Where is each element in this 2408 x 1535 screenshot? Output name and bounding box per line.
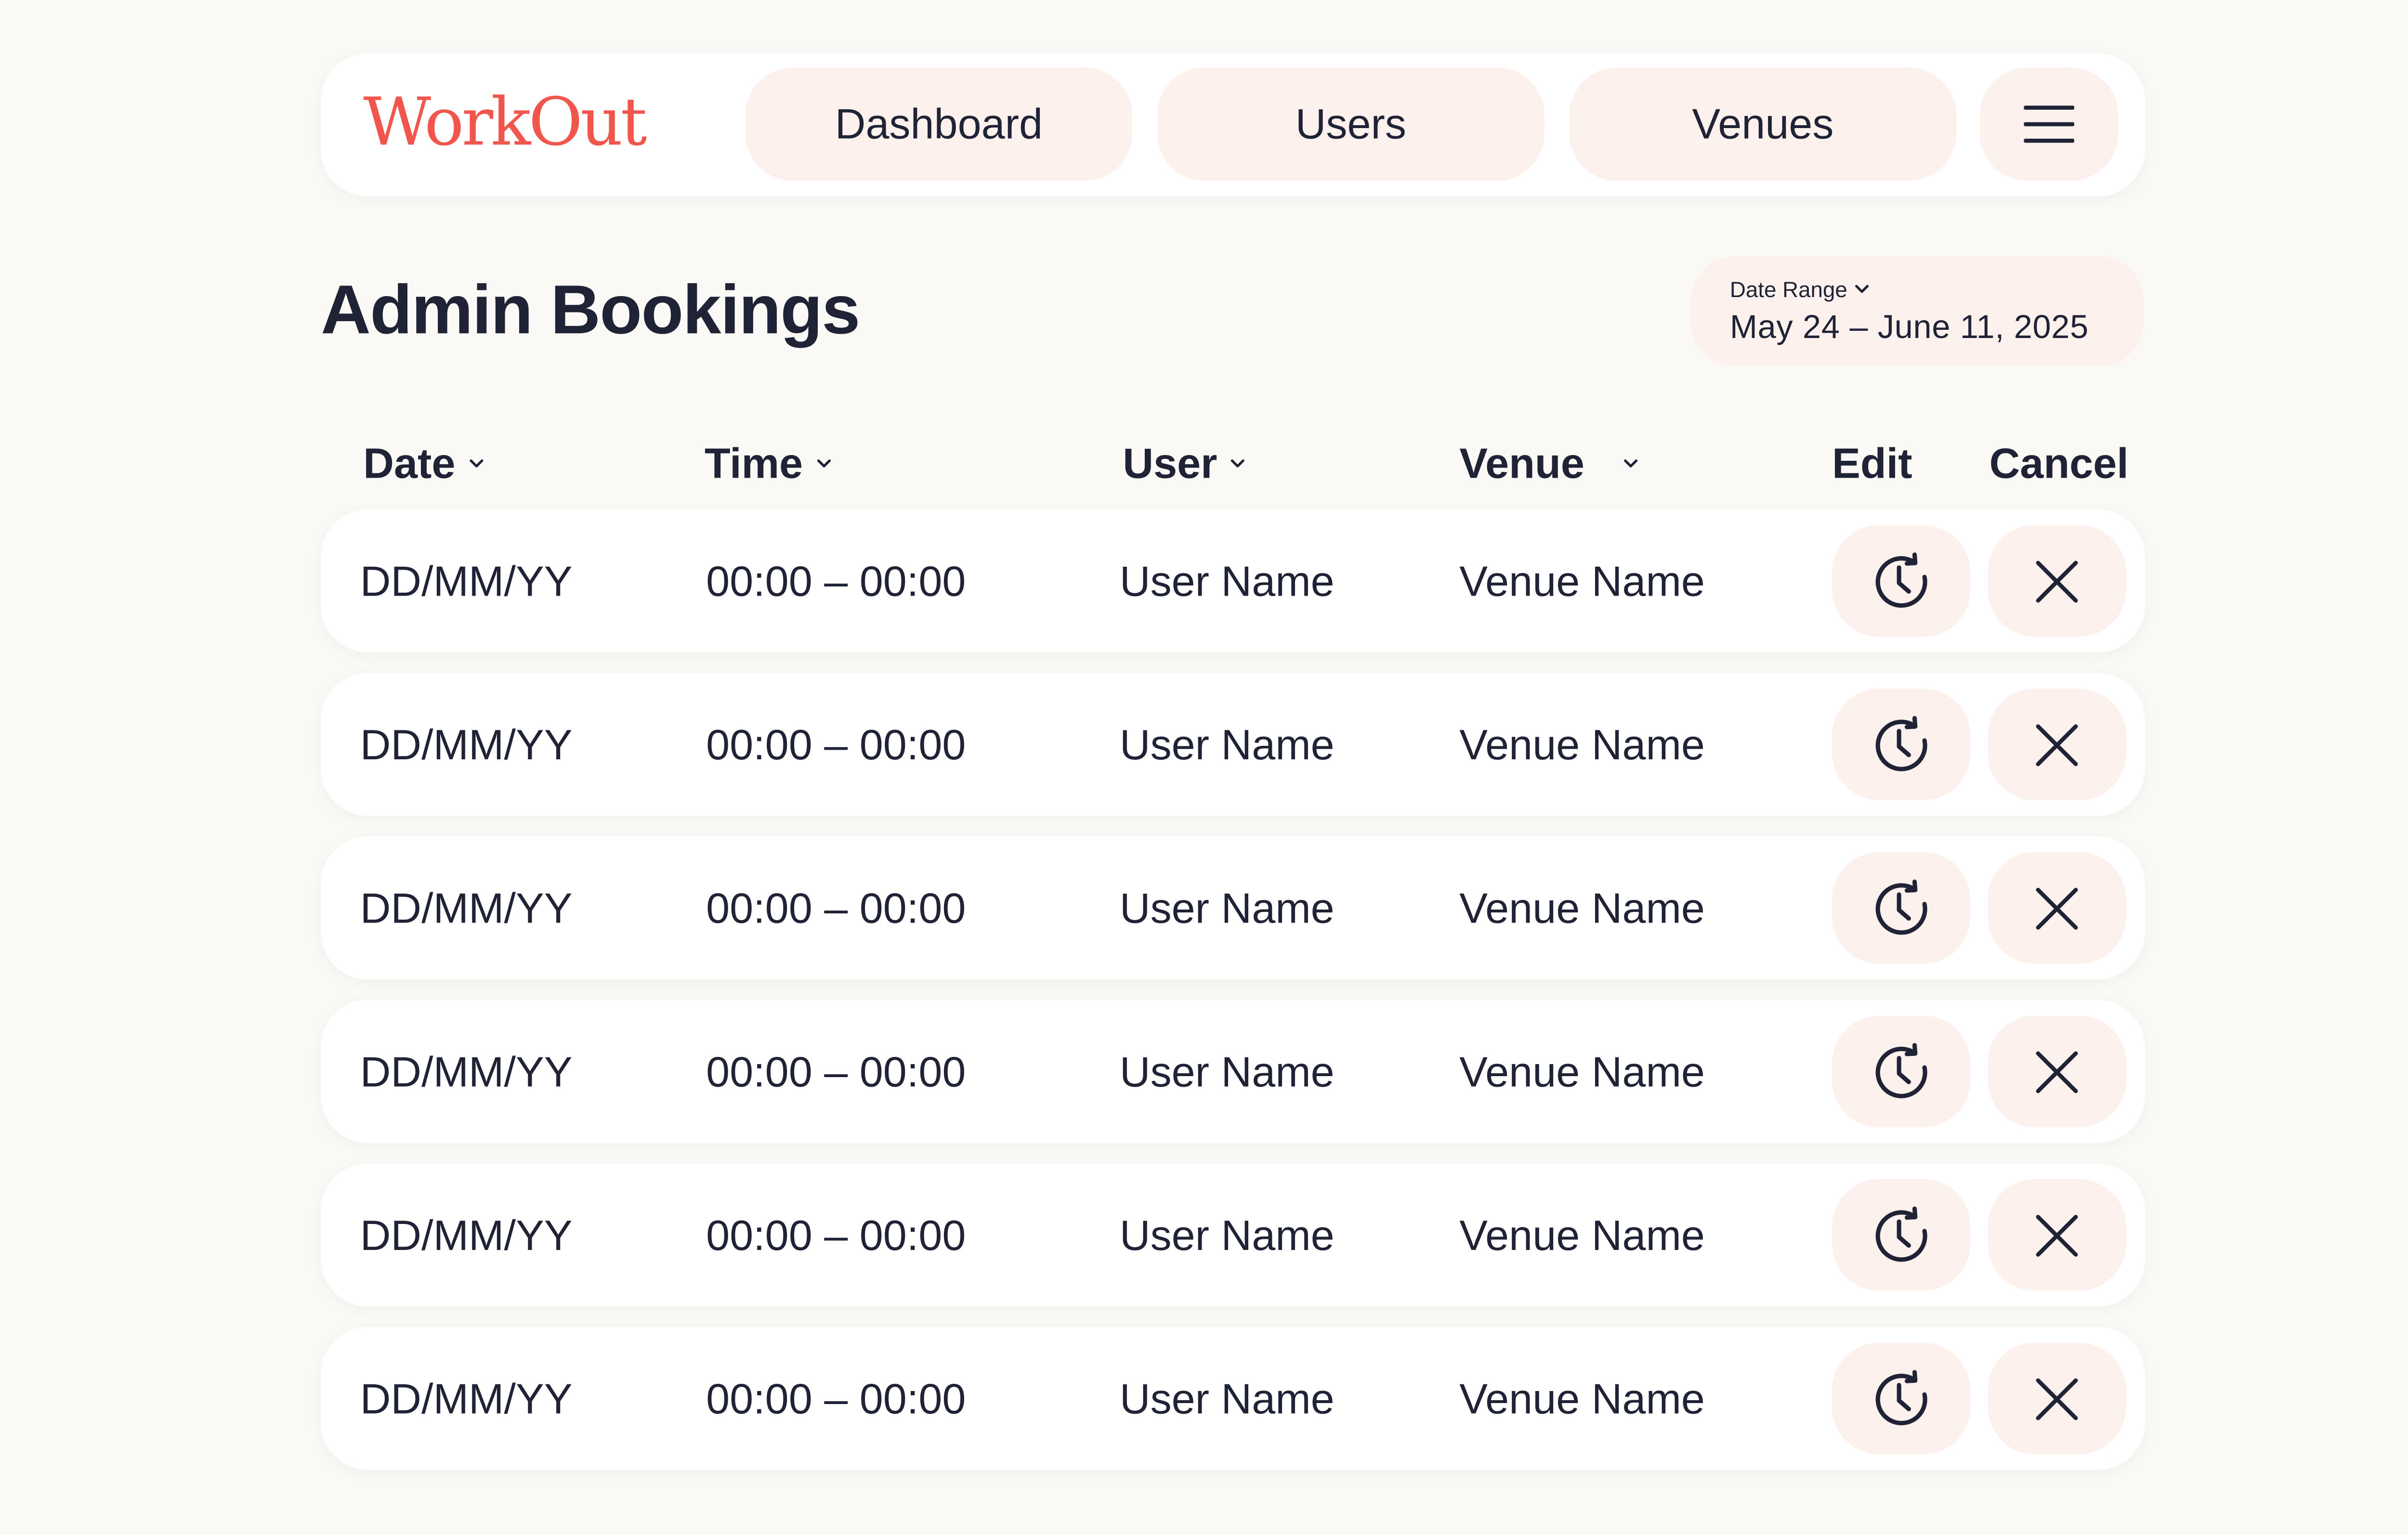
reschedule-clock-icon <box>1870 1367 1933 1430</box>
sort-chevron-icon <box>468 457 484 470</box>
column-header-user-label: User <box>1123 439 1217 487</box>
row-time: 00:00 – 00:00 <box>706 1376 966 1423</box>
column-header-edit: Edit <box>1832 437 1912 491</box>
sort-chevron-icon <box>1622 457 1638 470</box>
date-range-value: May 24 – June 11, 2025 <box>1729 310 2089 346</box>
reschedule-clock-icon <box>1870 1204 1933 1267</box>
edit-booking-button[interactable] <box>1832 1015 1971 1128</box>
edit-booking-button[interactable] <box>1832 1179 1971 1291</box>
row-venue: Venue Name <box>1459 1212 1705 1260</box>
row-user: User Name <box>1119 1376 1335 1423</box>
nav-dashboard-button[interactable]: Dashboard <box>745 67 1133 181</box>
date-range-picker[interactable]: Date Range May 24 – June 11, 2025 <box>1690 256 2144 366</box>
row-time: 00:00 – 00:00 <box>706 885 966 933</box>
cancel-booking-button[interactable] <box>1988 1342 2126 1455</box>
row-date: DD/MM/YY <box>360 721 573 769</box>
reschedule-clock-icon <box>1870 713 1933 776</box>
nav-dashboard-label: Dashboard <box>835 100 1043 147</box>
nav-users-label: Users <box>1295 100 1406 147</box>
column-header-time-label: Time <box>704 439 803 487</box>
hamburger-menu-icon <box>2024 104 2074 145</box>
row-date: DD/MM/YY <box>360 885 573 933</box>
column-header-date-label: Date <box>363 439 456 487</box>
row-venue: Venue Name <box>1459 1048 1705 1096</box>
row-user: User Name <box>1119 1048 1335 1096</box>
column-header-venue[interactable]: Venue <box>1459 437 1638 491</box>
row-date: DD/MM/YY <box>360 1048 573 1096</box>
cancel-booking-button[interactable] <box>1988 1015 2126 1128</box>
table-row: DD/MM/YY 00:00 – 00:00 User Name Venue N… <box>321 1163 2145 1307</box>
row-date: DD/MM/YY <box>360 1212 573 1260</box>
chevron-down-icon <box>1854 283 1870 296</box>
cancel-booking-button[interactable] <box>1988 689 2126 801</box>
row-venue: Venue Name <box>1459 1376 1705 1423</box>
column-header-user[interactable]: User <box>1123 437 1245 491</box>
close-icon <box>2033 558 2081 605</box>
edit-booking-button[interactable] <box>1832 852 1971 964</box>
column-header-cancel: Cancel <box>1989 437 2129 491</box>
row-user: User Name <box>1119 558 1335 606</box>
cancel-booking-button[interactable] <box>1988 852 2126 964</box>
close-icon <box>2033 721 2081 768</box>
row-date: DD/MM/YY <box>360 558 573 606</box>
date-range-label: Date Range <box>1729 276 1847 302</box>
close-icon <box>2033 1211 2081 1259</box>
column-header-edit-label: Edit <box>1832 439 1912 487</box>
table-row: DD/MM/YY 00:00 – 00:00 User Name Venue N… <box>321 1000 2145 1143</box>
sort-chevron-icon <box>815 457 831 470</box>
edit-booking-button[interactable] <box>1832 689 1971 801</box>
close-icon <box>2033 885 2081 932</box>
menu-button[interactable] <box>1980 67 2119 181</box>
cancel-booking-button[interactable] <box>1988 525 2126 637</box>
nav-venues-label: Venues <box>1692 100 1834 147</box>
row-time: 00:00 – 00:00 <box>706 721 966 769</box>
top-navbar: WorkOut Dashboard Users Venues <box>321 53 2145 197</box>
edit-booking-button[interactable] <box>1832 1342 1971 1455</box>
cancel-booking-button[interactable] <box>1988 1179 2126 1291</box>
sort-chevron-icon <box>1230 457 1246 470</box>
row-user: User Name <box>1119 885 1335 933</box>
table-row: DD/MM/YY 00:00 – 00:00 User Name Venue N… <box>321 509 2145 653</box>
app-root: WorkOut Dashboard Users Venues Admin Boo… <box>0 0 2408 1535</box>
row-time: 00:00 – 00:00 <box>706 1048 966 1096</box>
table-row: DD/MM/YY 00:00 – 00:00 User Name Venue N… <box>321 1327 2145 1470</box>
date-range-label-group: Date Range <box>1730 277 1870 302</box>
row-venue: Venue Name <box>1459 721 1705 769</box>
row-time: 00:00 – 00:00 <box>706 558 966 606</box>
reschedule-clock-icon <box>1870 876 1933 939</box>
column-header-venue-label: Venue <box>1459 439 1584 487</box>
row-user: User Name <box>1119 1212 1335 1260</box>
column-header-cancel-label: Cancel <box>1989 439 2129 487</box>
row-venue: Venue Name <box>1459 885 1705 933</box>
nav-users-button[interactable]: Users <box>1157 67 1544 181</box>
reschedule-clock-icon <box>1870 549 1933 612</box>
row-venue: Venue Name <box>1459 558 1705 606</box>
column-header-date[interactable]: Date <box>363 437 484 491</box>
reschedule-clock-icon <box>1870 1040 1933 1103</box>
close-icon <box>2033 1048 2081 1095</box>
table-row: DD/MM/YY 00:00 – 00:00 User Name Venue N… <box>321 673 2145 816</box>
edit-booking-button[interactable] <box>1832 525 1971 637</box>
column-header-time[interactable]: Time <box>705 437 831 491</box>
row-user: User Name <box>1119 721 1335 769</box>
row-date: DD/MM/YY <box>360 1376 573 1423</box>
logo[interactable]: WorkOut <box>363 82 647 164</box>
table-row: DD/MM/YY 00:00 – 00:00 User Name Venue N… <box>321 836 2145 980</box>
nav-venues-button[interactable]: Venues <box>1569 67 1957 181</box>
close-icon <box>2033 1375 2081 1422</box>
page-title: Admin Bookings <box>321 272 860 349</box>
row-time: 00:00 – 00:00 <box>706 1212 966 1260</box>
